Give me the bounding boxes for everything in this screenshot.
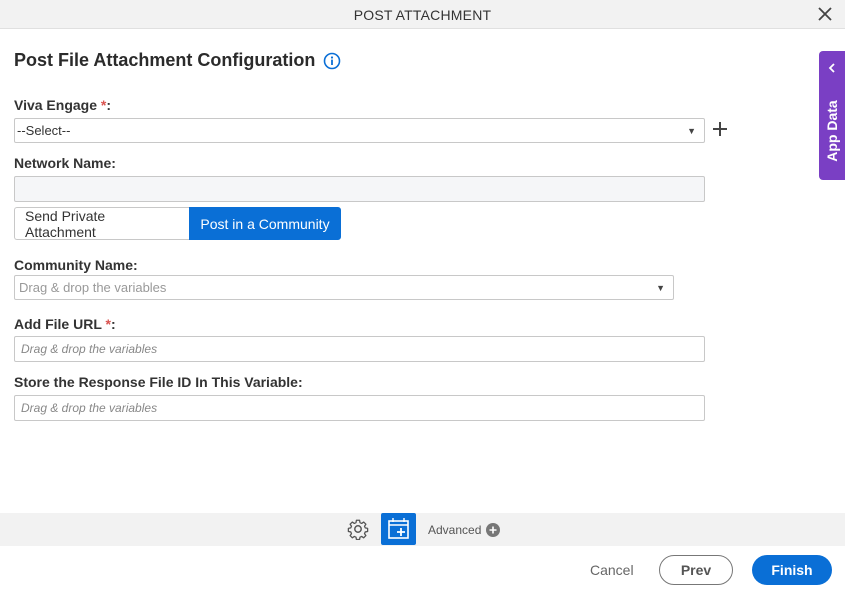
post-mode-toggle: Send Private Attachment Post in a Commun… bbox=[14, 207, 341, 240]
add-form-icon bbox=[388, 518, 409, 539]
prev-button[interactable]: Prev bbox=[659, 555, 733, 585]
dropdown-caret-icon: ▼ bbox=[656, 282, 665, 293]
page-title: Post File Attachment Configuration bbox=[14, 50, 316, 70]
network-name-label: Network Name: bbox=[14, 155, 116, 171]
app-data-panel-tab[interactable]: App Data bbox=[819, 51, 845, 180]
post-in-community-option[interactable]: Post in a Community bbox=[189, 207, 341, 240]
chevron-left-icon bbox=[828, 63, 835, 73]
add-form-icon-button[interactable] bbox=[381, 513, 416, 545]
close-icon[interactable] bbox=[817, 6, 833, 22]
app-data-label: App Data bbox=[824, 100, 840, 162]
finish-button[interactable]: Finish bbox=[752, 555, 832, 585]
add-connection-icon[interactable] bbox=[711, 120, 729, 138]
bottom-toolbar bbox=[0, 513, 845, 546]
community-name-select[interactable]: Drag & drop the variables ▼ bbox=[14, 275, 674, 300]
viva-engage-label: Viva Engage *: bbox=[14, 97, 112, 113]
response-variable-label: Store the Response File ID In This Varia… bbox=[14, 374, 303, 390]
page-title-row: Post File Attachment Configuration bbox=[14, 50, 341, 71]
info-icon[interactable] bbox=[323, 52, 341, 70]
plus-circle-icon bbox=[486, 523, 501, 537]
title-bar: POST ATTACHMENT bbox=[0, 0, 845, 29]
dropdown-caret-icon: ▼ bbox=[687, 125, 696, 136]
send-private-attachment-option[interactable]: Send Private Attachment bbox=[14, 207, 189, 240]
window-title: POST ATTACHMENT bbox=[353, 7, 492, 23]
file-url-input[interactable]: Drag & drop the variables bbox=[14, 336, 705, 362]
response-variable-input[interactable]: Drag & drop the variables bbox=[14, 395, 705, 421]
file-url-label: Add File URL *: bbox=[14, 316, 116, 332]
advanced-toggle[interactable]: Advanced bbox=[428, 523, 501, 537]
viva-engage-select[interactable]: --Select-- ▼ bbox=[14, 118, 705, 143]
cancel-button[interactable]: Cancel bbox=[590, 562, 634, 578]
community-name-label: Community Name: bbox=[14, 257, 138, 273]
network-name-field[interactable] bbox=[14, 176, 705, 202]
gear-icon[interactable] bbox=[347, 518, 369, 540]
